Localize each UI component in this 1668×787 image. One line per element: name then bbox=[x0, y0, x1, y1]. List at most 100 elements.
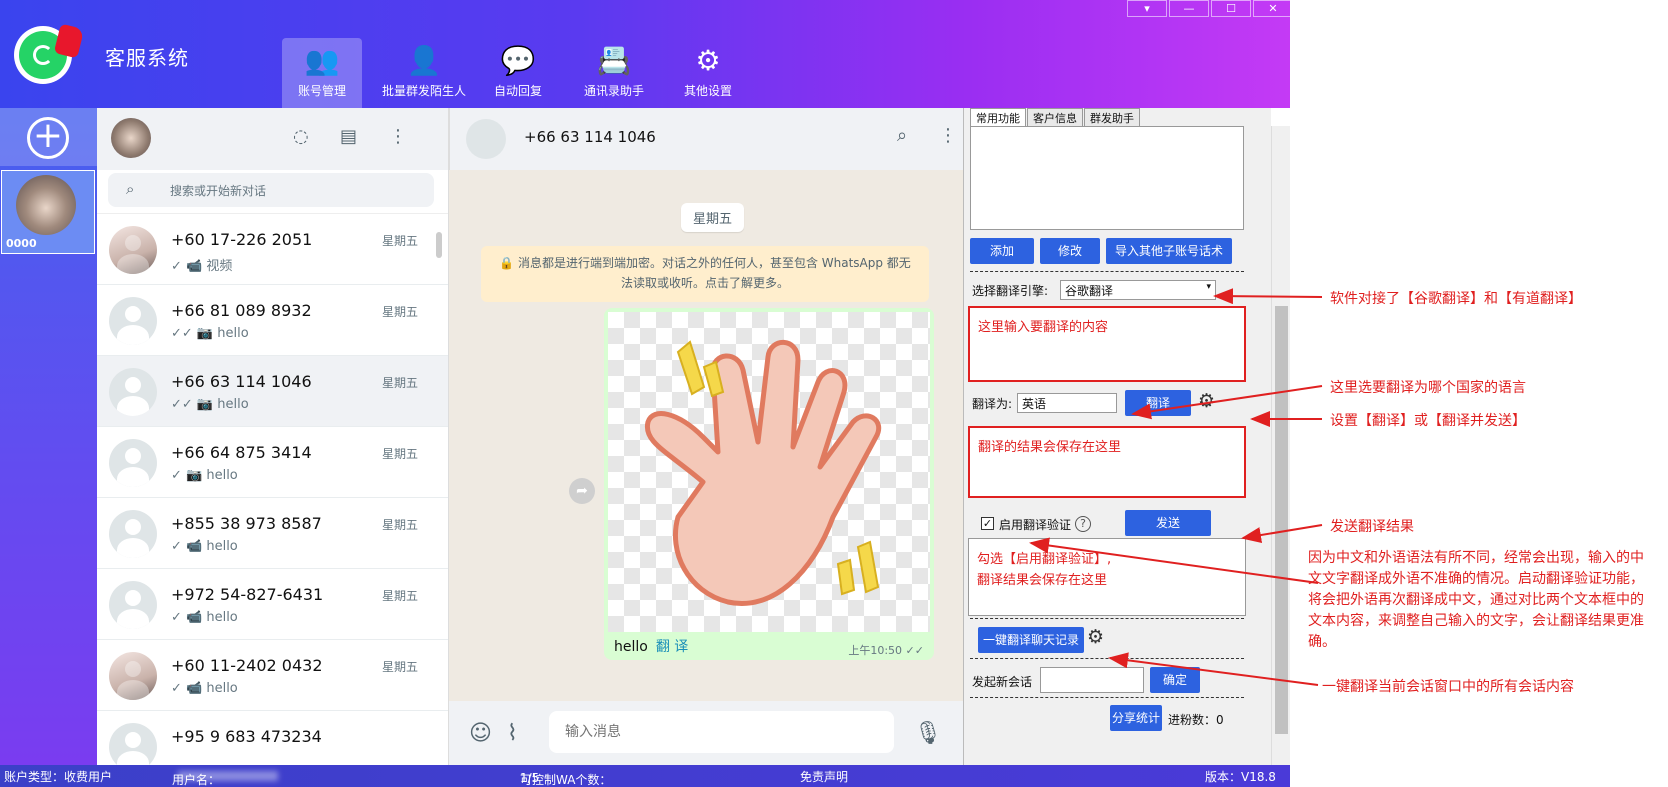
verify-label: 启用翻译验证 bbox=[999, 518, 1072, 532]
chat-list-item-selected[interactable]: +66 63 114 1046 星期五 ✓✓ 📷 hello bbox=[97, 356, 448, 427]
confirm-button[interactable]: 确定 bbox=[1150, 667, 1200, 693]
scrollbar-thumb[interactable] bbox=[1275, 306, 1288, 734]
nav-account-management[interactable]: 👥 账号管理 bbox=[282, 38, 362, 108]
annotation-language: 这里选要翻译为哪个国家的语言 bbox=[1330, 380, 1526, 396]
chat-list-item[interactable]: +60 11-2402 0432 星期五 ✓ 📹 hello bbox=[97, 640, 448, 711]
tab-customer-info[interactable]: 客户信息 bbox=[1027, 108, 1083, 127]
app-window: 客服系统 👥 账号管理 👤 批量群发陌生人 💬 自动回复 📇 通讯录助手 ⚙ 其… bbox=[0, 0, 1290, 787]
chat-list-scrollbar[interactable] bbox=[436, 232, 442, 258]
maximize-icon[interactable]: ☐ bbox=[1211, 0, 1251, 17]
translate-settings-gear-icon[interactable]: ⚙ bbox=[1198, 390, 1215, 412]
share-stats-button[interactable]: 分享统计 bbox=[1110, 705, 1162, 731]
minimize-icon[interactable]: — bbox=[1169, 0, 1209, 17]
attachment-icon[interactable]: ⌇ bbox=[507, 721, 518, 746]
account-label: 0000 bbox=[6, 237, 37, 250]
nav-bulk-broadcast[interactable]: 👤 批量群发陌生人 bbox=[382, 38, 466, 108]
edit-button[interactable]: 修改 bbox=[1040, 238, 1100, 264]
microphone-icon[interactable]: 🎙 bbox=[914, 721, 942, 746]
message-text: hello 翻 译 bbox=[614, 639, 689, 655]
encryption-notice[interactable]: 🔒 消息都是进行端到端加密。对话之外的任何人，甚至包含 WhatsApp 都无法… bbox=[481, 246, 929, 302]
annotation-engine: 软件对接了【谷歌翻译】和【有道翻译】 bbox=[1330, 291, 1582, 307]
translate-link[interactable]: 翻 译 bbox=[656, 639, 688, 655]
chat-list-item[interactable]: +855 38 973 8587 星期五 ✓ 📹 hello bbox=[97, 498, 448, 569]
target-language-label: 翻译为: bbox=[972, 397, 1013, 411]
dropdown-icon[interactable]: ▾ bbox=[1127, 0, 1167, 17]
avatar bbox=[109, 297, 157, 345]
source-text-input[interactable]: 这里输入要翻译的内容 bbox=[968, 306, 1246, 382]
add-button[interactable]: 添加 bbox=[970, 238, 1034, 264]
forward-icon[interactable]: ➦ bbox=[569, 478, 595, 504]
search-icon: ⌕ bbox=[126, 180, 135, 198]
tab-common-functions[interactable]: 常用功能 bbox=[970, 108, 1026, 128]
window-controls: ▾ — ☐ ✕ bbox=[1127, 0, 1290, 17]
chat-list-item[interactable]: +66 81 089 8932 星期五 ✓✓ 📷 hello bbox=[97, 285, 448, 356]
translate-all-chats-button[interactable]: 一键翻译聊天记录 bbox=[978, 627, 1084, 653]
status-icon[interactable]: ◌ bbox=[293, 126, 309, 147]
fans-count: 进粉数：0 bbox=[1168, 713, 1224, 727]
tab-broadcast-helper[interactable]: 群发助手 bbox=[1084, 108, 1140, 127]
new-chat-label: 发起新会话 bbox=[972, 675, 1033, 689]
nav-auto-reply[interactable]: 💬 自动回复 bbox=[478, 38, 558, 108]
annotation-settings: 设置【翻译】或【翻译并发送】 bbox=[1330, 413, 1526, 429]
chat-list-item[interactable]: +95 9 683 473234 bbox=[97, 711, 448, 765]
translation-result-box[interactable]: 翻译的结果会保存在这里 bbox=[968, 426, 1246, 498]
disclaimer-link[interactable]: 免责声明 bbox=[800, 768, 848, 785]
divider bbox=[970, 618, 1244, 619]
translate-all-settings-gear-icon[interactable]: ⚙ bbox=[1087, 626, 1104, 648]
emoji-icon[interactable]: ☺ bbox=[469, 721, 492, 746]
divider bbox=[970, 697, 1244, 698]
avatar bbox=[109, 368, 157, 416]
avatar[interactable] bbox=[111, 118, 151, 158]
avatar bbox=[109, 723, 157, 765]
nav-other-settings[interactable]: ⚙ 其他设置 bbox=[668, 38, 748, 108]
waving-hand-sticker bbox=[608, 312, 930, 632]
target-language-select[interactable]: 英语 bbox=[1017, 393, 1117, 413]
translate-button[interactable]: 翻译 bbox=[1125, 390, 1191, 416]
translation-panel: 常用功能 客户信息 群发助手 添加 修改 导入其他子账号话术 选择翻译引擎: 谷… bbox=[963, 108, 1271, 765]
account-rail: + 0000 bbox=[0, 108, 97, 765]
annotation-translate-all: 一键翻译当前会话窗口中的所有会话内容 bbox=[1322, 679, 1574, 695]
contact-name[interactable]: +66 63 114 1046 bbox=[524, 128, 656, 146]
message-compose-bar: ☺ ⌇ 🎙 bbox=[449, 701, 963, 765]
verify-checkbox[interactable]: ✓ bbox=[981, 517, 994, 530]
chat-list-item[interactable]: +66 64 875 3414 星期五 ✓ 📷 hello bbox=[97, 427, 448, 498]
avatar bbox=[109, 581, 157, 629]
plus-icon: + bbox=[27, 117, 69, 159]
chat-list-panel: ◌ ▤ ⋮ ⌕ 搜索或开始新对话 +60 17-226 2051 星期五 ✓ 📹… bbox=[97, 108, 449, 765]
close-icon[interactable]: ✕ bbox=[1253, 0, 1290, 17]
search-icon[interactable]: ⌕ bbox=[897, 125, 907, 146]
status-bar: 账户类型：收费用户 用户名： 可控制WA个数： 1/5 免责声明 版本：V18.… bbox=[0, 765, 1290, 787]
message-time: 上午10:50 ✓✓ bbox=[848, 644, 924, 657]
broadcast-icon: 👤 bbox=[406, 44, 442, 77]
import-scripts-button[interactable]: 导入其他子账号话术 bbox=[1106, 238, 1232, 264]
panel-scrollbar[interactable] bbox=[1271, 126, 1290, 765]
chevron-down-icon: ▾ bbox=[1206, 282, 1211, 292]
new-chat-icon[interactable]: ▤ bbox=[340, 126, 357, 147]
conversation-panel: +66 63 114 1046 ⌕ ⋮ 星期五 🔒 消息都是进行端到端加密。对话… bbox=[449, 108, 963, 765]
chat-list-item[interactable]: +60 17-226 2051 星期五 ✓ 📹 视频 bbox=[97, 214, 448, 285]
verify-result-box[interactable]: 勾选【启用翻译验证】, 翻译结果会保存在这里 bbox=[968, 538, 1246, 616]
help-icon[interactable]: ? bbox=[1075, 516, 1091, 532]
menu-icon[interactable]: ⋮ bbox=[389, 126, 407, 147]
top-header: 客服系统 👥 账号管理 👤 批量群发陌生人 💬 自动回复 📇 通讯录助手 ⚙ 其… bbox=[0, 0, 1290, 108]
divider bbox=[970, 271, 1244, 272]
avatar[interactable] bbox=[466, 119, 506, 159]
search-bar: ⌕ 搜索或开始新对话 bbox=[97, 170, 448, 214]
nav-contacts-helper[interactable]: 📇 通讯录助手 bbox=[574, 38, 654, 108]
annotation-verify: 因为中文和外语语法有所不同，经常会出现，输入的中文文字翻译成外语不准确的情况。启… bbox=[1308, 550, 1644, 650]
search-input[interactable]: ⌕ 搜索或开始新对话 bbox=[108, 173, 434, 207]
app-title: 客服系统 bbox=[105, 46, 189, 70]
conversation-header: +66 63 114 1046 ⌕ ⋮ bbox=[449, 108, 963, 170]
engine-select[interactable]: 谷歌翻译 ▾ bbox=[1060, 280, 1216, 300]
message-bubble[interactable]: hello 翻 译 上午10:50 ✓✓ bbox=[604, 308, 934, 660]
menu-icon[interactable]: ⋮ bbox=[939, 125, 957, 146]
version: 版本：V18.8 bbox=[1205, 770, 1276, 784]
account-tile[interactable]: 0000 bbox=[1, 170, 95, 254]
message-input[interactable] bbox=[549, 711, 894, 753]
account-type: 账户类型：收费用户 bbox=[4, 770, 113, 784]
chat-list-item[interactable]: +972 54-827-6431 星期五 ✓ 📹 hello bbox=[97, 569, 448, 640]
send-button[interactable]: 发送 bbox=[1125, 510, 1211, 536]
quick-reply-list[interactable] bbox=[970, 126, 1244, 230]
new-chat-number-input[interactable] bbox=[1040, 667, 1144, 693]
add-account-button[interactable]: + bbox=[0, 108, 97, 166]
